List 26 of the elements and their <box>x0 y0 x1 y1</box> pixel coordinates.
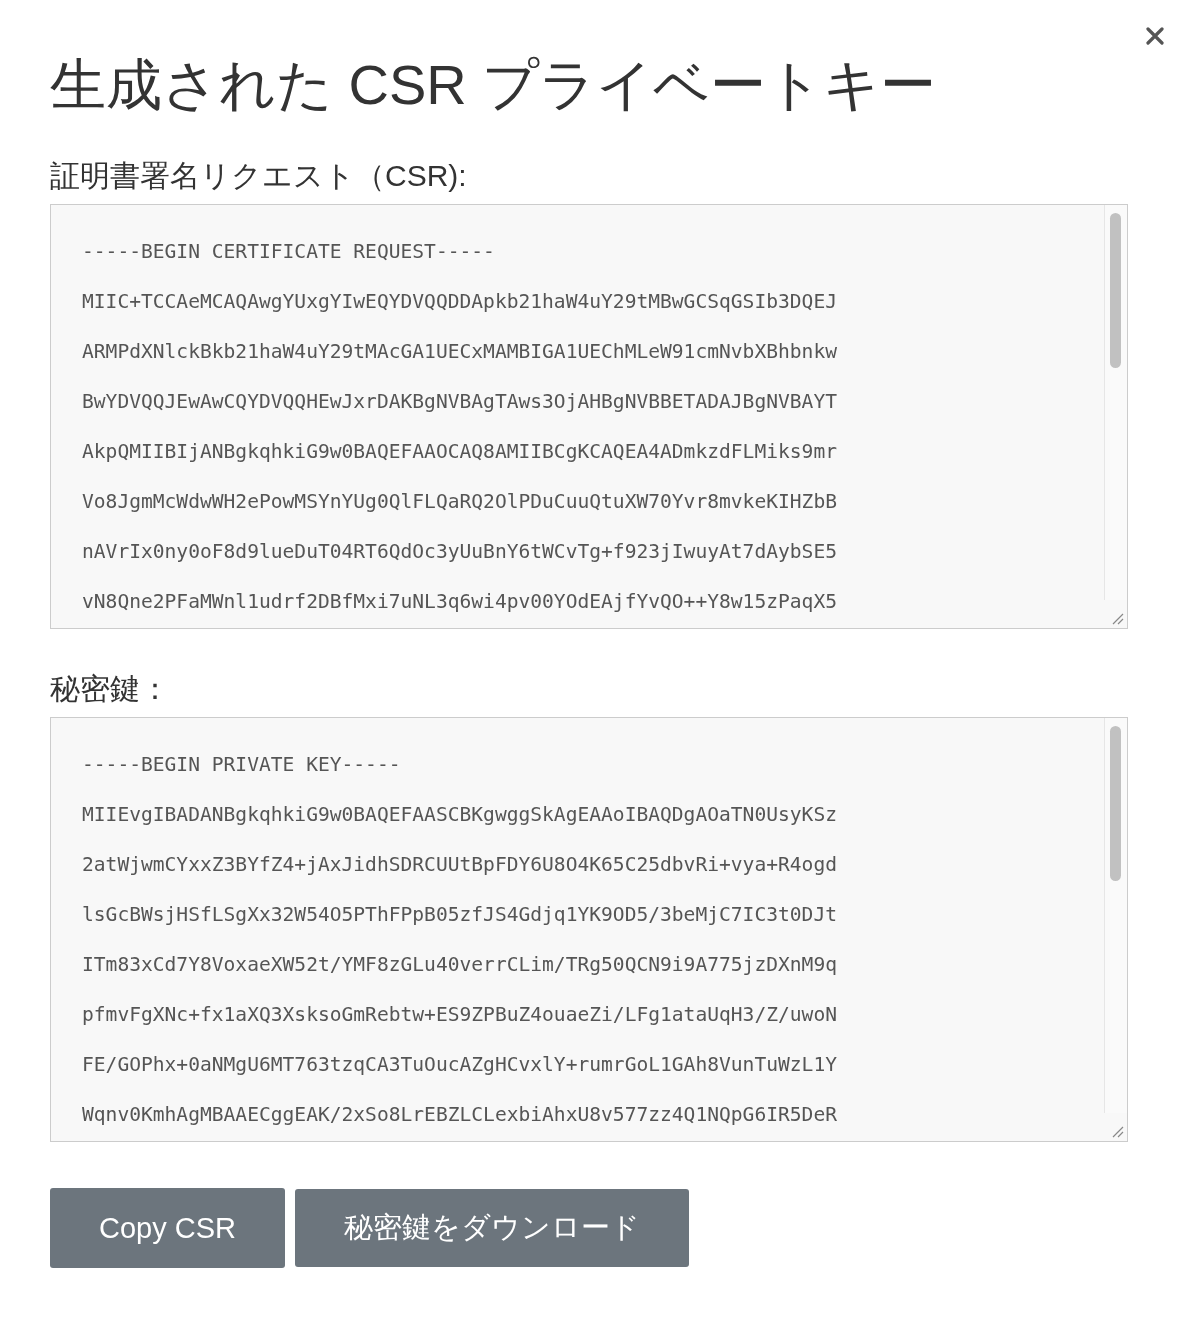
text-line: -----BEGIN CERTIFICATE REQUEST----- <box>82 239 495 265</box>
field-label: 秘密鍵： <box>50 671 170 707</box>
copy-button[interactable]: Copy CSR <box>50 1188 285 1268</box>
text-line: ITm83xCd7Y8VoxaeXW52t/YMF8zGLu40verrCLim/TRg50QCN9i9A775jzDXnM9q <box>82 952 837 978</box>
text-line: FE/GOPhx+0aNMgU6MT763tzqCA3TuOucAZgHCvxlY+rumrGoL1GAh8VunTuWzL1Y <box>82 1052 837 1078</box>
resize-grip-icon[interactable] <box>1110 1124 1124 1138</box>
text-line: 2atWjwmCYxxZ3BYfZ4+jAxJidhSDRCUUtBpFDY6U8O4K65C25dbvRi+vya+R4ogd <box>82 852 837 878</box>
dialog-title: 生成された CSR プライベートキー <box>50 52 938 118</box>
text-line: Wqnv0KmhAgMBAAECggEAK/2xSo8LrEBZLCLexbiAhxU8v577zz4Q1NQpG6IR5DeR <box>82 1102 837 1128</box>
text-line: vN8Qne2PFaMWnl1udrf2DBfMxi7uNL3q6wi4pv00YOdEAjfYvQO++Y8w15zPaqX5 <box>82 589 837 615</box>
download-button[interactable]: 秘密鍵をダウンロード <box>295 1189 689 1267</box>
text-line: ARMPdXNlckBkb21haW4uY29tMAcGA1UECxMAMBIGA1UEChMLeW91cmNvbXBhbnkw <box>82 339 837 365</box>
field-label: 証明書署名リクエスト（CSR): <box>50 158 467 194</box>
close-icon[interactable] <box>1146 27 1164 45</box>
text-line: BwYDVQQJEwAwCQYDVQQHEwJxrDAKBgNVBAgTAws3OjAHBgNVBBETADAJBgNVBAYT <box>82 389 837 415</box>
text-line: MIIEvgIBADANBgkqhkiG9w0BAQEFAASCBKgwggSkAgEAAoIBAQDgAOaTN0UsyKSz <box>82 802 837 828</box>
text-area[interactable] <box>50 204 1128 629</box>
text-line: lsGcBWsjHSfLSgXx32W54O5PThFPpB05zfJS4Gdjq1YK9OD5/3beMjC7IC3t0DJt <box>82 902 837 928</box>
resize-grip-icon[interactable] <box>1110 611 1124 625</box>
text-line: Vo8JgmMcWdwWH2ePowMSYnYUg0QlFLQaRQ2OlPDuCuuQtuXW70Yvr8mvkeKIHZbB <box>82 489 837 515</box>
text-line: pfmvFgXNc+fx1aXQ3XsksoGmRebtw+ES9ZPBuZ4ouaeZi/LFg1ataUqH3/Z/uwoN <box>82 1002 837 1028</box>
text-line: nAVrIx0ny0oF8d9lueDuT04RT6QdOc3yUuBnY6tWCvTg+f923jIwuyAt7dAybSE5 <box>82 539 837 565</box>
text-line: AkpQMIIBIjANBgkqhkiG9w0BAQEFAAOCAQ8AMIIBCgKCAQEA4ADmkzdFLMiks9mr <box>82 439 837 465</box>
text-line: -----BEGIN PRIVATE KEY----- <box>82 752 401 778</box>
text-area[interactable] <box>50 717 1128 1142</box>
text-line: MIIC+TCCAeMCAQAwgYUxgYIwEQYDVQQDDApkb21haW4uY29tMBwGCSqGSIb3DQEJ <box>82 289 837 315</box>
